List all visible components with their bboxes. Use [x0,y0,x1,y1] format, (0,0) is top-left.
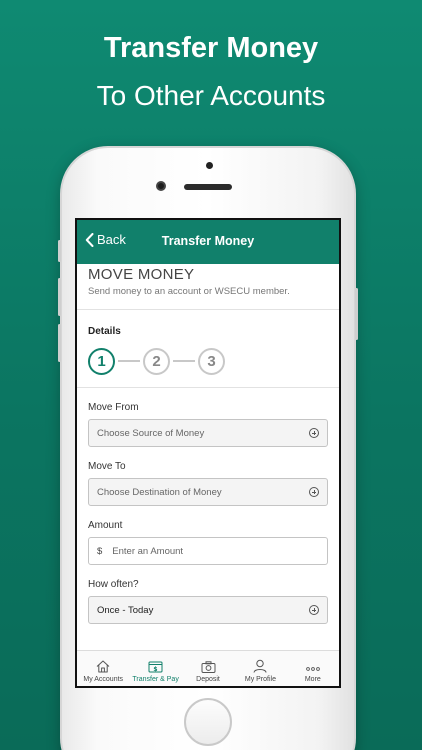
promo-subtitle: To Other Accounts [96,80,326,111]
move-to-select[interactable]: Choose Destination of Money [88,478,328,506]
move-to-placeholder: Choose Destination of Money [97,486,222,498]
transfer-icon: $ [148,661,163,673]
tab-my-profile[interactable]: My Profile [234,651,286,686]
frequency-select[interactable]: Once - Today [88,596,328,624]
plus-circle-icon [309,487,319,497]
move-from-select[interactable]: Choose Source of Money [88,419,328,447]
tab-transfer-pay[interactable]: $ Transfer & Pay [129,651,181,686]
main-content: MOVE MONEY Send money to an account or W… [77,264,339,652]
svg-text:$: $ [154,666,158,673]
move-from-placeholder: Choose Source of Money [97,427,205,439]
person-icon [253,659,267,673]
tab-label: Deposit [196,676,220,683]
step-2[interactable]: 2 [143,347,170,375]
phone-volume-up [58,278,61,316]
phone-power-button [355,288,358,340]
step-1[interactable]: 1 [88,347,115,375]
app-screen: Back Transfer Money MOVE MONEY Send mone… [75,218,341,688]
nav-title: Transfer Money [161,234,255,248]
phone-home-button[interactable] [184,698,232,746]
camera-icon [201,661,216,673]
step-connector [173,360,195,362]
plus-circle-icon [309,428,319,438]
frequency-label: How often? [88,579,139,590]
amount-placeholder: Enter an Amount [112,545,184,557]
tab-more[interactable]: More [287,651,339,686]
step-indicator: 1 2 3 [88,347,328,375]
promo-title: Transfer Money [103,32,319,64]
amount-input[interactable]: $ Enter an Amount [88,537,328,565]
plus-circle-icon [309,605,319,615]
move-money-header: MOVE MONEY Send money to an account or W… [77,264,339,297]
phone-volume-down [58,324,61,362]
tab-label: My Accounts [83,676,124,683]
home-icon [96,660,110,673]
move-from-label: Move From [88,402,139,413]
amount-label: Amount [88,520,123,531]
move-to-label: Move To [88,461,126,472]
tab-my-accounts[interactable]: My Accounts [77,651,129,686]
phone-camera [156,181,166,191]
step-3[interactable]: 3 [198,347,225,375]
step-connector [118,360,140,362]
nav-bar: Back Transfer Money [77,220,339,264]
tab-label: More [304,676,321,683]
ellipsis-icon [305,667,320,671]
divider [77,309,339,310]
transfer-form: Move From Choose Source of Money Move To… [77,402,339,624]
tab-label: Transfer & Pay [132,676,179,683]
phone-speaker [184,184,232,190]
frequency-value: Once - Today [97,604,154,616]
phone-sensor [206,162,213,169]
tab-label: My Profile [244,676,276,683]
move-money-description: Send money to an account or WSECU member… [88,286,290,297]
currency-symbol: $ [97,545,103,557]
move-money-title: MOVE MONEY [88,266,195,283]
details-section: Details 1 2 3 [77,326,339,375]
details-label: Details [88,326,121,337]
tab-deposit[interactable]: Deposit [182,651,234,686]
tab-bar: My Accounts $ Transfer & Pay Deposit My [77,650,339,686]
divider [77,387,339,388]
phone-side-button [58,240,61,262]
